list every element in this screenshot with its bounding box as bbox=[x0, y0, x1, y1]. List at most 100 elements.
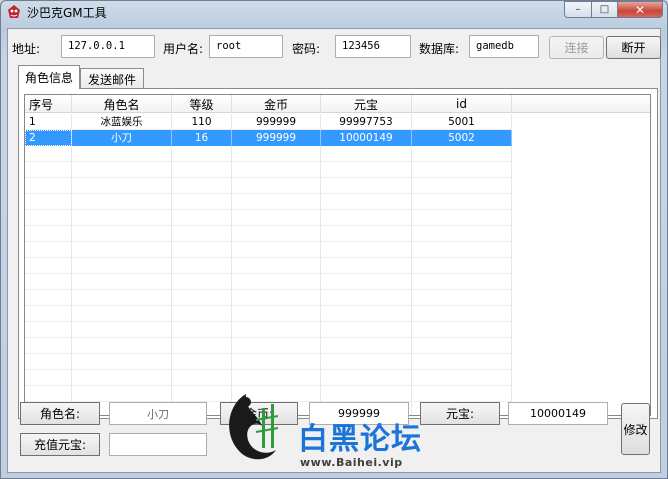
empty-cell bbox=[412, 226, 512, 242]
title-bar[interactable]: 沙巴克GM工具 – □ ✕ bbox=[1, 1, 667, 27]
close-button[interactable]: ✕ bbox=[617, 1, 663, 18]
empty-cell bbox=[232, 322, 321, 338]
username-input[interactable]: root bbox=[209, 35, 283, 58]
empty-cell bbox=[25, 386, 72, 402]
empty-cell bbox=[172, 210, 232, 226]
client-area: 地址: 127.0.0.1 用户名: root 密码: 123456 数据库: … bbox=[7, 28, 661, 473]
empty-row bbox=[25, 306, 512, 322]
empty-cell bbox=[72, 162, 172, 178]
disconnect-button[interactable]: 断开 bbox=[606, 36, 661, 59]
table-header: 序号 角色名 等级 金币 元宝 id bbox=[25, 95, 650, 113]
empty-cell bbox=[232, 178, 321, 194]
column-header[interactable]: 序号 bbox=[25, 95, 72, 113]
empty-cell bbox=[25, 194, 72, 210]
empty-cell bbox=[25, 178, 72, 194]
table-cell: 10000149 bbox=[321, 130, 412, 146]
empty-cell bbox=[172, 162, 232, 178]
minimize-button[interactable]: – bbox=[564, 1, 592, 18]
empty-cell bbox=[25, 258, 72, 274]
empty-cell bbox=[72, 370, 172, 386]
empty-cell bbox=[412, 386, 512, 402]
recharge-yuanbao-label: 充值元宝: bbox=[20, 433, 100, 456]
column-header[interactable]: 金币 bbox=[232, 95, 321, 113]
app-logo-icon bbox=[8, 5, 20, 18]
database-input[interactable]: gamedb bbox=[469, 35, 539, 58]
empty-row bbox=[25, 210, 512, 226]
empty-row bbox=[25, 322, 512, 338]
character-name-field[interactable]: 小刀 bbox=[109, 402, 207, 425]
empty-cell bbox=[172, 146, 232, 162]
yuanbao-field[interactable]: 10000149 bbox=[508, 402, 608, 425]
empty-cell bbox=[172, 354, 232, 370]
empty-cell bbox=[412, 146, 512, 162]
empty-cell bbox=[321, 338, 412, 354]
empty-cell bbox=[321, 354, 412, 370]
tab-send-mail[interactable]: 发送邮件 bbox=[80, 68, 144, 89]
column-header[interactable]: id bbox=[412, 95, 512, 113]
empty-cell bbox=[72, 354, 172, 370]
empty-cell bbox=[232, 306, 321, 322]
empty-row bbox=[25, 194, 512, 210]
empty-cell bbox=[412, 322, 512, 338]
empty-cell bbox=[412, 306, 512, 322]
empty-cell bbox=[321, 322, 412, 338]
gold-label: 金币: bbox=[220, 402, 298, 425]
table-cell: 冰蓝娱乐 bbox=[72, 114, 172, 130]
maximize-button[interactable]: □ bbox=[591, 1, 618, 18]
empty-cell bbox=[25, 322, 72, 338]
empty-cell bbox=[321, 226, 412, 242]
empty-cell bbox=[321, 194, 412, 210]
empty-cell bbox=[321, 306, 412, 322]
address-input[interactable]: 127.0.0.1 bbox=[61, 35, 155, 58]
empty-cell bbox=[412, 242, 512, 258]
empty-row bbox=[25, 354, 512, 370]
column-header[interactable]: 元宝 bbox=[321, 95, 412, 113]
empty-cell bbox=[232, 370, 321, 386]
empty-cell bbox=[321, 274, 412, 290]
empty-cell bbox=[321, 242, 412, 258]
table-row-selected[interactable]: 2 小刀 16 999999 10000149 5002 bbox=[25, 130, 512, 146]
empty-cell bbox=[172, 306, 232, 322]
empty-cell bbox=[172, 386, 232, 402]
character-table[interactable]: 序号 角色名 等级 金币 元宝 id 1 冰蓝娱乐 110 999999 999… bbox=[24, 94, 651, 416]
empty-cell bbox=[72, 210, 172, 226]
empty-row bbox=[25, 146, 512, 162]
empty-cell bbox=[172, 338, 232, 354]
empty-cell bbox=[172, 194, 232, 210]
empty-cell bbox=[25, 226, 72, 242]
empty-row bbox=[25, 338, 512, 354]
empty-row bbox=[25, 178, 512, 194]
modify-button[interactable]: 修改 bbox=[621, 403, 650, 455]
empty-cell bbox=[172, 322, 232, 338]
table-cell: 5001 bbox=[412, 114, 512, 130]
gold-field[interactable]: 999999 bbox=[309, 402, 409, 425]
empty-cell bbox=[172, 242, 232, 258]
empty-cell bbox=[232, 386, 321, 402]
column-header[interactable]: 角色名 bbox=[72, 95, 172, 113]
empty-row bbox=[25, 242, 512, 258]
empty-cell bbox=[25, 274, 72, 290]
empty-cell bbox=[321, 162, 412, 178]
empty-cell bbox=[72, 242, 172, 258]
connect-button[interactable]: 连接 bbox=[549, 36, 604, 59]
empty-cell bbox=[72, 178, 172, 194]
password-input[interactable]: 123456 bbox=[335, 35, 411, 58]
empty-cell bbox=[321, 258, 412, 274]
empty-cell bbox=[25, 242, 72, 258]
recharge-yuanbao-input[interactable] bbox=[109, 433, 207, 456]
empty-cell bbox=[412, 290, 512, 306]
table-cell: 2 bbox=[25, 130, 72, 146]
window-title: 沙巴克GM工具 bbox=[27, 6, 107, 20]
empty-row bbox=[25, 258, 512, 274]
tab-character-info[interactable]: 角色信息 bbox=[18, 65, 80, 89]
empty-cell bbox=[232, 194, 321, 210]
empty-row bbox=[25, 162, 512, 178]
table-cell: 110 bbox=[172, 114, 232, 130]
database-label: 数据库: bbox=[419, 42, 460, 56]
empty-cell bbox=[321, 146, 412, 162]
table-row[interactable]: 1 冰蓝娱乐 110 999999 99997753 5001 bbox=[25, 114, 512, 130]
empty-cell bbox=[172, 370, 232, 386]
empty-cell bbox=[72, 194, 172, 210]
empty-cell bbox=[412, 210, 512, 226]
column-header[interactable]: 等级 bbox=[172, 95, 232, 113]
